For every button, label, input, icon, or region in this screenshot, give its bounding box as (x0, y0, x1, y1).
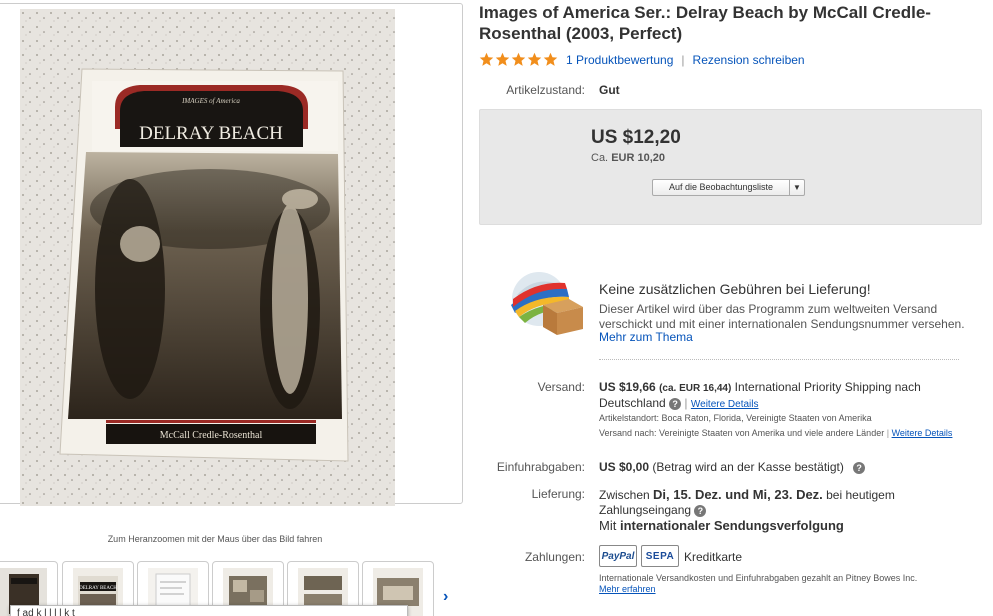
paypal-logo: PayPal (599, 545, 637, 567)
tracking-prefix: Mit (599, 518, 620, 533)
shipping-cost: US $19,66 (599, 380, 656, 394)
help-icon[interactable]: ? (853, 461, 866, 474)
tracking-text: internationaler Sendungsverfolgung (619, 518, 844, 533)
delivery-info: Zwischen Di, 15. Dez. und Mi, 23. Dez. b… (599, 487, 969, 518)
item-location: Artikelstandort: Boca Raton, Florida, Ve… (599, 413, 872, 423)
main-image-frame[interactable]: IMAGES of America DELRAY BEACH McCall Cr… (0, 3, 463, 506)
rating-count-link[interactable]: 1 Produktbewertung (566, 53, 673, 67)
chevron-down-icon[interactable]: ▼ (790, 180, 804, 195)
write-review-link[interactable]: Rezension schreiben (693, 53, 805, 67)
gsp-description: Dieser Artikel wird über das Programm zu… (599, 302, 965, 331)
credit-card-label: Kreditkarte (684, 550, 743, 564)
chevron-right-icon[interactable]: › (443, 588, 448, 606)
global-shipping-icon (503, 269, 583, 337)
shipping-info: US $19,66 (ca. EUR 16,44) International … (599, 380, 979, 412)
watchlist-button-label[interactable]: Auf die Beobachtungsliste (653, 180, 790, 195)
help-icon[interactable]: ? (669, 397, 682, 410)
ships-to-details-link[interactable]: Weitere Details (892, 428, 953, 438)
cover-series-text: IMAGES of America (181, 97, 240, 105)
rating-row: 1 Produktbewertung | Rezension schreiben (479, 52, 805, 67)
book-cover-image[interactable]: IMAGES of America DELRAY BEACH McCall Cr… (20, 9, 395, 506)
gsp-headline: Keine zusätzlichen Gebühren bei Lieferun… (599, 281, 871, 297)
help-icon[interactable]: ? (694, 504, 707, 517)
delivery-prefix: Zwischen (599, 488, 654, 502)
sepa-logo: SEPA (641, 545, 679, 567)
separator: | (886, 428, 890, 438)
cover-title-text: DELRAY BEACH (139, 123, 283, 144)
star-icon (511, 52, 526, 66)
divider (599, 359, 959, 360)
import-note: (Betrag wird an der Kasse bestätigt) (652, 460, 844, 474)
separator: | (681, 52, 685, 67)
import-label: Einfuhrabgaben: (496, 460, 585, 474)
price-value: US $12,20 (591, 127, 681, 148)
shipping-details-link[interactable]: Weitere Details (691, 399, 759, 410)
star-icon (543, 52, 558, 66)
payments-more-link[interactable]: Mehr erfahren (599, 584, 656, 594)
separator: | (684, 396, 688, 410)
condition-label: Artikelzustand: (506, 83, 585, 97)
price-converted: Ca. EUR 10,20 (591, 152, 665, 164)
gsp-more-link[interactable]: Mehr zum Thema (599, 330, 693, 344)
ships-to: Versand nach: Vereinigte Staaten von Ame… (599, 428, 969, 439)
thumb-cover-title: DELRAY BEACH (79, 586, 117, 591)
cover-author-text: McCall Credle-Rosenthal (160, 430, 263, 441)
star-icon (495, 52, 510, 66)
price-converted-prefix: Ca. (591, 152, 612, 164)
import-value: US $0,00 (599, 460, 650, 474)
import-info: US $0,00 (Betrag wird an der Kasse bestä… (599, 460, 866, 474)
delivery-label: Lieferung: (531, 487, 585, 501)
price-box: US $12,20 Ca. EUR 10,20 Auf die Beobacht… (479, 109, 982, 225)
payments-note: Internationale Versandkosten und Einfuhr… (599, 573, 918, 583)
star-icon (527, 52, 542, 66)
shipping-label: Versand: (537, 380, 585, 394)
ships-to-text: Versand nach: Vereinigte Staaten von Ame… (599, 428, 885, 438)
tooltip: f ad k l l l l k t (10, 605, 408, 616)
condition-value: Gut (599, 83, 620, 97)
item-title: Images of America Ser.: Delray Beach by … (479, 3, 931, 43)
shipping-cost-converted: (ca. EUR 16,44) (659, 383, 732, 394)
watchlist-button[interactable]: Auf die Beobachtungsliste ▼ (652, 179, 805, 196)
delivery-dates: Di, 15. Dez. und Mi, 23. Dez. (653, 487, 823, 502)
payments-label: Zahlungen: (524, 550, 585, 564)
star-icon (479, 52, 494, 66)
price-converted-value: EUR 10,20 (611, 152, 665, 164)
tracking-info: Mit internationaler Sendungsverfolgung (599, 518, 844, 533)
zoom-hint: Zum Heranzoomen mit der Maus über das Bi… (107, 534, 323, 544)
